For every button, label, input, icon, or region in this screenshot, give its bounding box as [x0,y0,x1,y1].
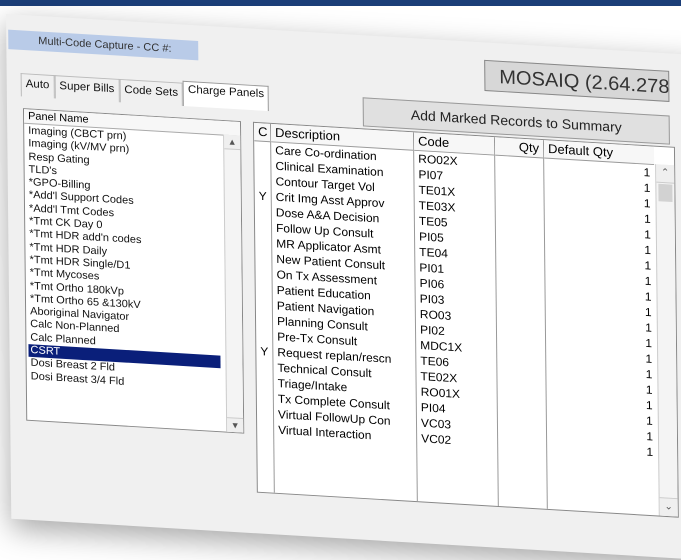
cell-c[interactable] [254,157,270,173]
chevron-down-icon[interactable]: ⌄ [659,497,678,517]
cell-c[interactable]: Y [256,343,272,359]
cell-c[interactable] [257,405,273,421]
cell-c[interactable] [257,374,273,390]
tab-strip: Auto Super Bills Code Sets Charge Panels [20,73,270,112]
scroll-thumb[interactable] [658,183,673,203]
cell-c[interactable] [257,421,273,437]
column-qty: Qty [494,137,548,509]
column-default-qty: Default Qty 1111111111111111111 [543,140,658,515]
cell-c[interactable]: Y [255,188,271,204]
multi-code-capture-window: Multi-Code Capture - CC #: MOSAIQ (2.64.… [6,14,681,560]
cell-c[interactable] [255,250,271,266]
cell-c[interactable] [256,281,272,297]
cell-c[interactable] [255,219,271,235]
chevron-up-icon[interactable]: ⌃ [656,164,675,184]
panel-name-list: Panel Name Imaging (CBCT prn) Imaging (kV… [22,108,245,434]
chevron-down-icon[interactable]: ▼ [227,417,244,433]
charge-code-grid: C Y Y Description Care Co-ordination Clini… [252,121,679,518]
tab-super-bills[interactable]: Super Bills [54,75,120,103]
window-title-bar: Multi-Code Capture - CC #: [8,29,199,61]
cell-c[interactable] [255,266,271,282]
panel-list-scrollbar[interactable]: ▲ ▼ [223,134,244,433]
column-code: Code RO02X PI07 TE01X TE03X TE05 PI05 TE04 PI01… [413,132,499,507]
column-description: Description Care Co-ordination Clinical E… [270,123,418,502]
chevron-up-icon[interactable]: ▲ [224,134,241,151]
cell-c[interactable] [255,234,271,250]
version-label: MOSAIQ (2.64.278) [484,59,670,102]
cell-c[interactable] [256,297,272,313]
cell-c[interactable] [257,390,273,406]
panel-list-items: Imaging (CBCT prn) Imaging (kV/MV prn) Res… [26,125,221,395]
cell-c[interactable] [256,328,272,344]
window-title: Multi-Code Capture - CC #: [38,35,172,55]
cell-c[interactable] [254,141,270,157]
grid-scrollbar[interactable]: ⌃ ⌄ [655,164,678,517]
cell-c[interactable] [256,312,272,328]
cell-c[interactable] [255,203,271,219]
top-accent-bar [0,0,681,6]
column-header-c[interactable]: C [253,122,271,143]
cell-qty[interactable] [498,435,546,453]
tab-charge-panels[interactable]: Charge Panels [182,80,270,112]
tab-code-sets[interactable]: Code Sets [119,78,184,107]
cell-c[interactable] [256,359,272,375]
tab-auto[interactable]: Auto [20,73,55,99]
cell-c[interactable] [254,172,270,188]
